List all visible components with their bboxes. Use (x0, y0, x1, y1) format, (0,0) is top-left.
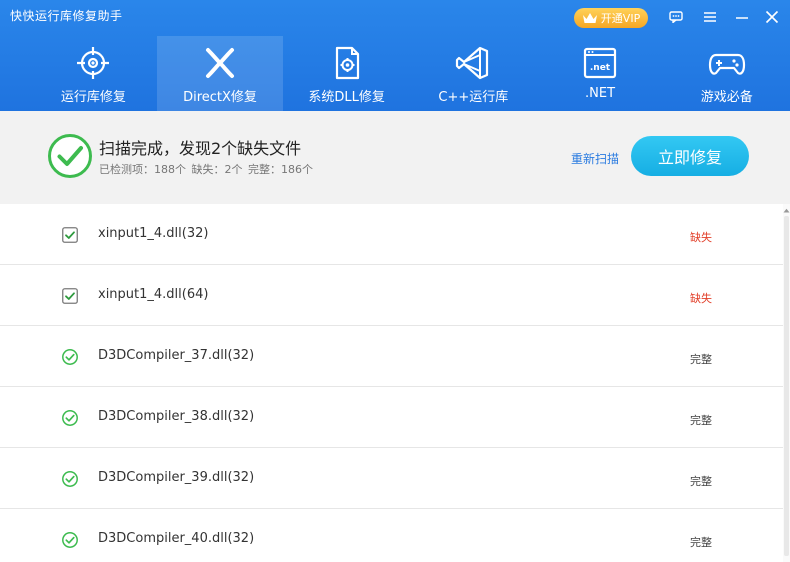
ok-check-icon (62, 349, 78, 365)
file-row[interactable]: xinput1_4.dll(64) 缺失 (0, 265, 783, 326)
tab-cpp-runtime[interactable]: C++运行库 (410, 36, 537, 111)
tab-label: 运行库修复 (60, 90, 126, 105)
scan-result-details: 已检测项：188个 缺失：2个 完整：186个 (99, 161, 315, 177)
tab-label: .NET (585, 86, 616, 101)
vip-label: 开通VIP (600, 12, 641, 25)
tab-label: C++运行库 (438, 90, 509, 105)
crosshair-icon (73, 45, 113, 81)
tab-label: DirectX修复 (183, 90, 257, 105)
file-list: xinput1_4.dll(32) 缺失 xinput1_4.dll(64) 缺失 D3… (0, 204, 783, 562)
fix-now-button[interactable]: 立即修复 (631, 136, 749, 176)
file-name: D3DCompiler_37.dll(32) (98, 348, 255, 363)
tab-runtime-repair[interactable]: 运行库修复 (30, 36, 157, 111)
rescan-link[interactable]: 重新扫描 (571, 150, 619, 167)
file-row[interactable]: D3DCompiler_38.dll(32) 完整 (0, 387, 783, 448)
status-complete: 完整 (690, 536, 712, 549)
gamepad-icon (707, 45, 747, 81)
dotnet-window-icon: .net (580, 45, 620, 81)
ok-check-icon (62, 410, 78, 426)
visual-studio-icon (453, 45, 493, 81)
ok-check-icon (62, 532, 78, 548)
checked-count: 已检测项：188个 (99, 163, 186, 176)
file-name: D3DCompiler_40.dll(32) (98, 531, 255, 546)
directx-icon (200, 45, 240, 81)
file-row[interactable]: D3DCompiler_37.dll(32) 完整 (0, 326, 783, 387)
scrollbar[interactable] (783, 204, 790, 562)
main-tabs: 运行库修复 DirectX修复 系统DLL修复 C++运行库 .net .NET… (0, 36, 790, 111)
checkbox-checked-icon[interactable] (62, 288, 78, 304)
tab-system-dll[interactable]: 系统DLL修复 (283, 36, 410, 111)
missing-count: 缺失：2个 (191, 163, 243, 176)
scroll-thumb[interactable] (784, 216, 789, 556)
ok-check-icon (62, 471, 78, 487)
app-title: 快快运行库修复助手 (10, 9, 123, 23)
crown-icon (582, 12, 598, 24)
checkbox-checked-icon[interactable] (62, 227, 78, 243)
complete-count: 完整：186个 (248, 163, 313, 176)
tab-label: 系统DLL修复 (308, 90, 385, 105)
tab-directx-repair[interactable]: DirectX修复 (156, 36, 284, 111)
feedback-icon[interactable] (665, 6, 687, 28)
vip-button[interactable]: 开通VIP (574, 8, 648, 28)
menu-icon[interactable] (699, 6, 721, 28)
svg-text:.net: .net (590, 63, 611, 73)
tab-game-essentials[interactable]: 游戏必备 (663, 36, 790, 111)
status-complete: 完整 (690, 475, 712, 488)
close-icon[interactable] (761, 6, 783, 28)
status-missing: 缺失 (690, 292, 712, 305)
scan-complete-icon (47, 133, 93, 179)
file-row[interactable]: xinput1_4.dll(32) 缺失 (0, 204, 783, 265)
file-name: xinput1_4.dll(32) (98, 226, 209, 241)
status-complete: 完整 (690, 414, 712, 427)
scan-result-title: 扫描完成，发现2个缺失文件 (99, 139, 302, 158)
scroll-up-icon[interactable] (783, 206, 790, 214)
tab-label: 游戏必备 (700, 90, 753, 105)
minimize-icon[interactable] (731, 6, 753, 28)
scan-status-panel: 扫描完成，发现2个缺失文件 已检测项：188个 缺失：2个 完整：186个 重新… (0, 111, 790, 204)
file-name: xinput1_4.dll(64) (98, 287, 209, 302)
file-name: D3DCompiler_38.dll(32) (98, 409, 255, 424)
status-complete: 完整 (690, 353, 712, 366)
file-row[interactable]: D3DCompiler_40.dll(32) 完整 (0, 509, 783, 562)
tab-dotnet[interactable]: .net .NET (537, 36, 664, 111)
dll-file-icon (327, 45, 367, 81)
status-missing: 缺失 (690, 231, 712, 244)
file-row[interactable]: D3DCompiler_39.dll(32) 完整 (0, 448, 783, 509)
file-name: D3DCompiler_39.dll(32) (98, 470, 255, 485)
title-bar: 快快运行库修复助手 开通VIP 运行库修复 DirectX修复 系统DLL修复 … (0, 0, 790, 111)
